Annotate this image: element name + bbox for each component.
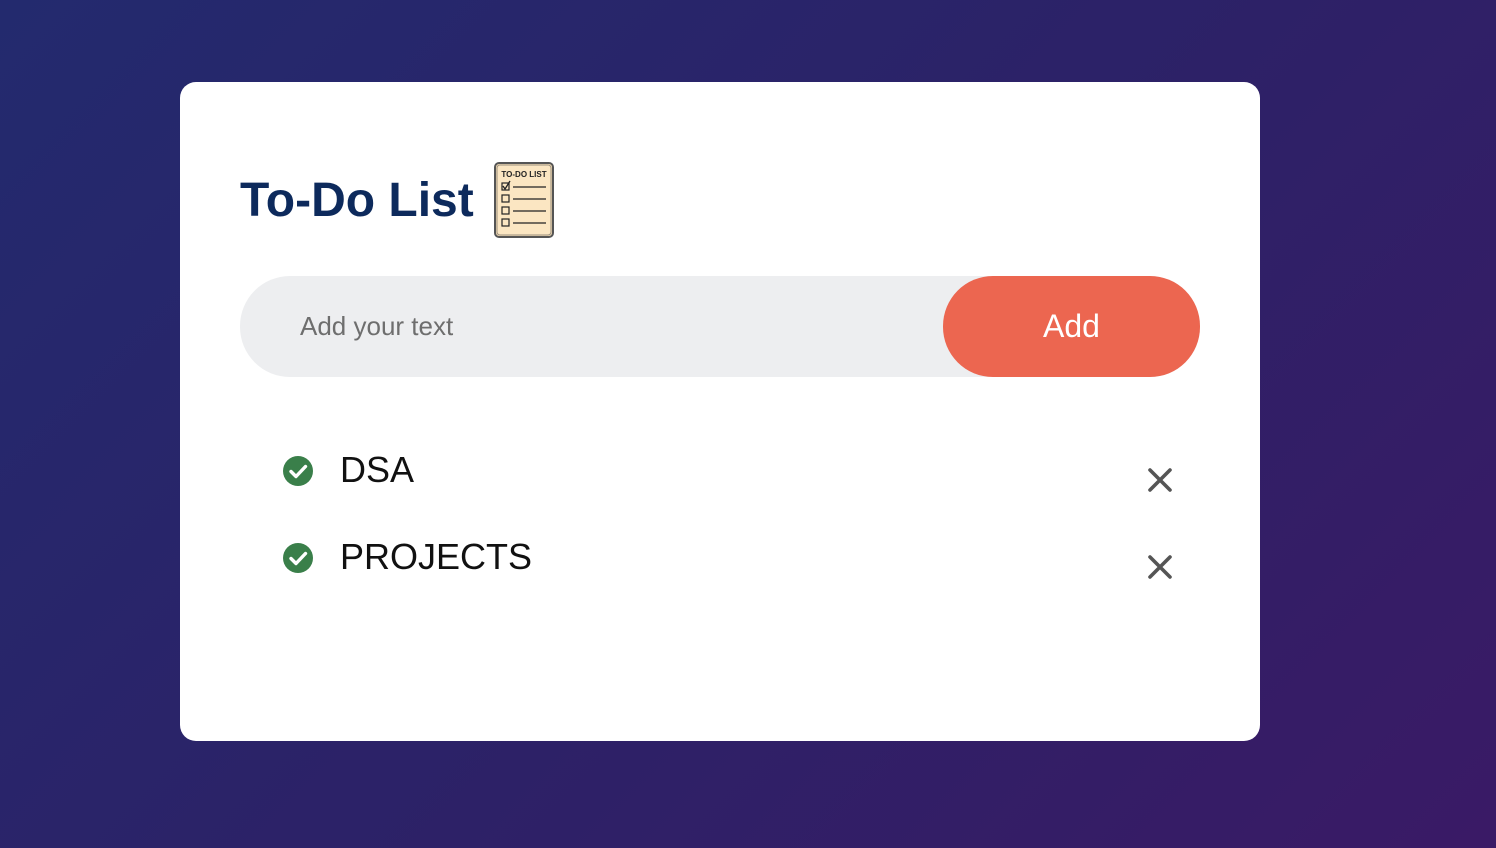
- task-item[interactable]: PROJECTS: [280, 521, 1200, 608]
- clipboard-checklist-icon: TO-DO LIST: [493, 162, 554, 238]
- check-circle-icon[interactable]: [282, 455, 314, 487]
- add-button[interactable]: Add: [943, 276, 1200, 377]
- todo-card: To-Do List TO-DO LIST Add DSA: [180, 82, 1260, 741]
- close-icon: [1148, 555, 1172, 579]
- page-title: To-Do List: [240, 173, 474, 227]
- task-list: DSA PROJECTS: [280, 434, 1200, 608]
- check-circle-icon[interactable]: [282, 542, 314, 574]
- task-input[interactable]: [300, 276, 920, 377]
- task-label: PROJECTS: [340, 536, 533, 577]
- task-label: DSA: [340, 449, 415, 490]
- task-item[interactable]: DSA: [280, 434, 1200, 521]
- delete-task-button[interactable]: [1140, 460, 1180, 500]
- close-icon: [1148, 468, 1172, 492]
- add-task-row: Add: [240, 276, 1200, 377]
- header: To-Do List TO-DO LIST: [240, 160, 554, 240]
- delete-task-button[interactable]: [1140, 547, 1180, 587]
- clipboard-header-text: TO-DO LIST: [501, 170, 546, 179]
